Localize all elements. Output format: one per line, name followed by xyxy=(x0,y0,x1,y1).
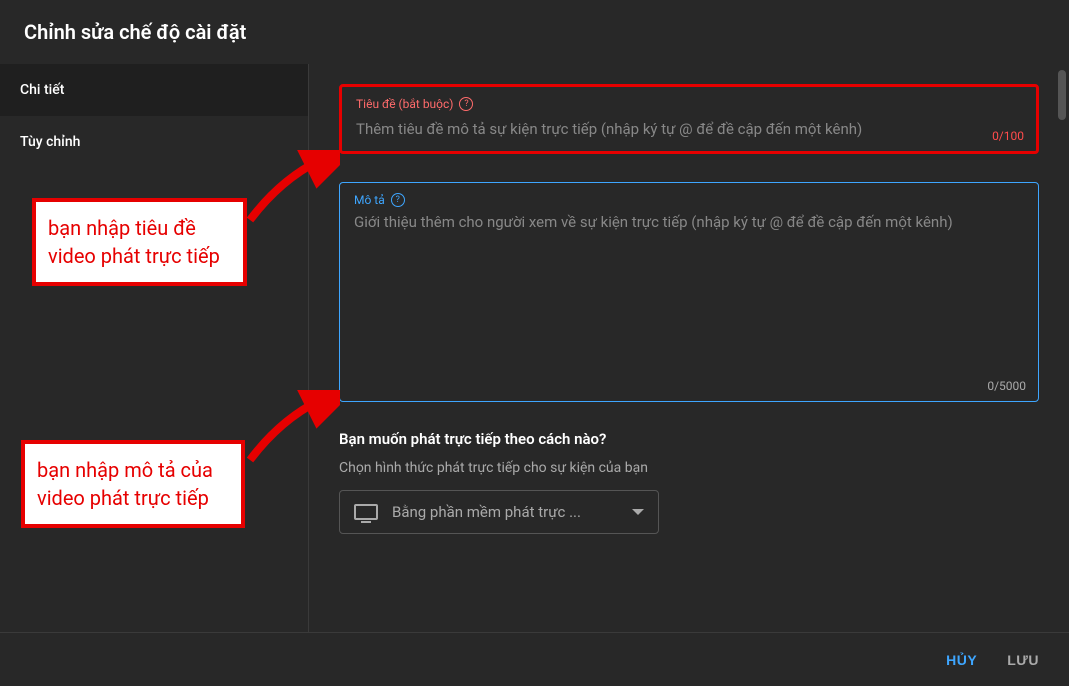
annotation-callout-title: bạn nhập tiêu đề video phát trực tiếp xyxy=(32,198,247,286)
title-label-text: Tiêu đề (bắt buộc) xyxy=(356,97,453,111)
scrollbar-thumb[interactable] xyxy=(1058,70,1066,120)
help-icon[interactable]: ? xyxy=(459,97,473,111)
title-field-box[interactable]: Tiêu đề (bắt buộc) ? 0/100 xyxy=(339,84,1039,154)
stream-method-title: Bạn muốn phát trực tiếp theo cách nào? xyxy=(339,430,1039,448)
description-char-count: 0/5000 xyxy=(987,379,1026,393)
help-icon[interactable]: ? xyxy=(391,193,405,207)
title-label: Tiêu đề (bắt buộc) ? xyxy=(356,97,1022,111)
dialog-title: Chỉnh sửa chế độ cài đặt xyxy=(0,0,1069,64)
sidebar-item-details[interactable]: Chi tiết xyxy=(0,64,308,116)
title-char-count: 0/100 xyxy=(992,129,1024,143)
stream-method-dropdown[interactable]: Bằng phần mềm phát trực ... xyxy=(339,490,659,534)
chevron-down-icon xyxy=(632,509,644,515)
description-field-box[interactable]: Mô tả ? 0/5000 xyxy=(339,182,1039,402)
dropdown-selected-text: Bằng phần mềm phát trực ... xyxy=(392,503,618,521)
description-label-text: Mô tả xyxy=(354,193,385,207)
monitor-icon xyxy=(354,504,378,520)
stream-method-subtitle: Chọn hình thức phát trực tiếp cho sự kiệ… xyxy=(339,460,1039,476)
main-panel: Tiêu đề (bắt buộc) ? 0/100 Mô tả ? 0/500… xyxy=(309,64,1069,632)
annotation-arrow-icon xyxy=(240,150,340,230)
cancel-button[interactable]: HỦY xyxy=(946,652,977,668)
description-label: Mô tả ? xyxy=(354,193,1024,207)
save-button[interactable]: LƯU xyxy=(1007,652,1039,668)
annotation-callout-description: bạn nhập mô tả của video phát trực tiếp xyxy=(21,440,245,528)
title-input[interactable] xyxy=(356,111,1022,141)
description-input[interactable] xyxy=(354,207,1024,387)
dialog-footer: HỦY LƯU xyxy=(0,632,1069,686)
annotation-arrow-icon xyxy=(240,390,340,470)
